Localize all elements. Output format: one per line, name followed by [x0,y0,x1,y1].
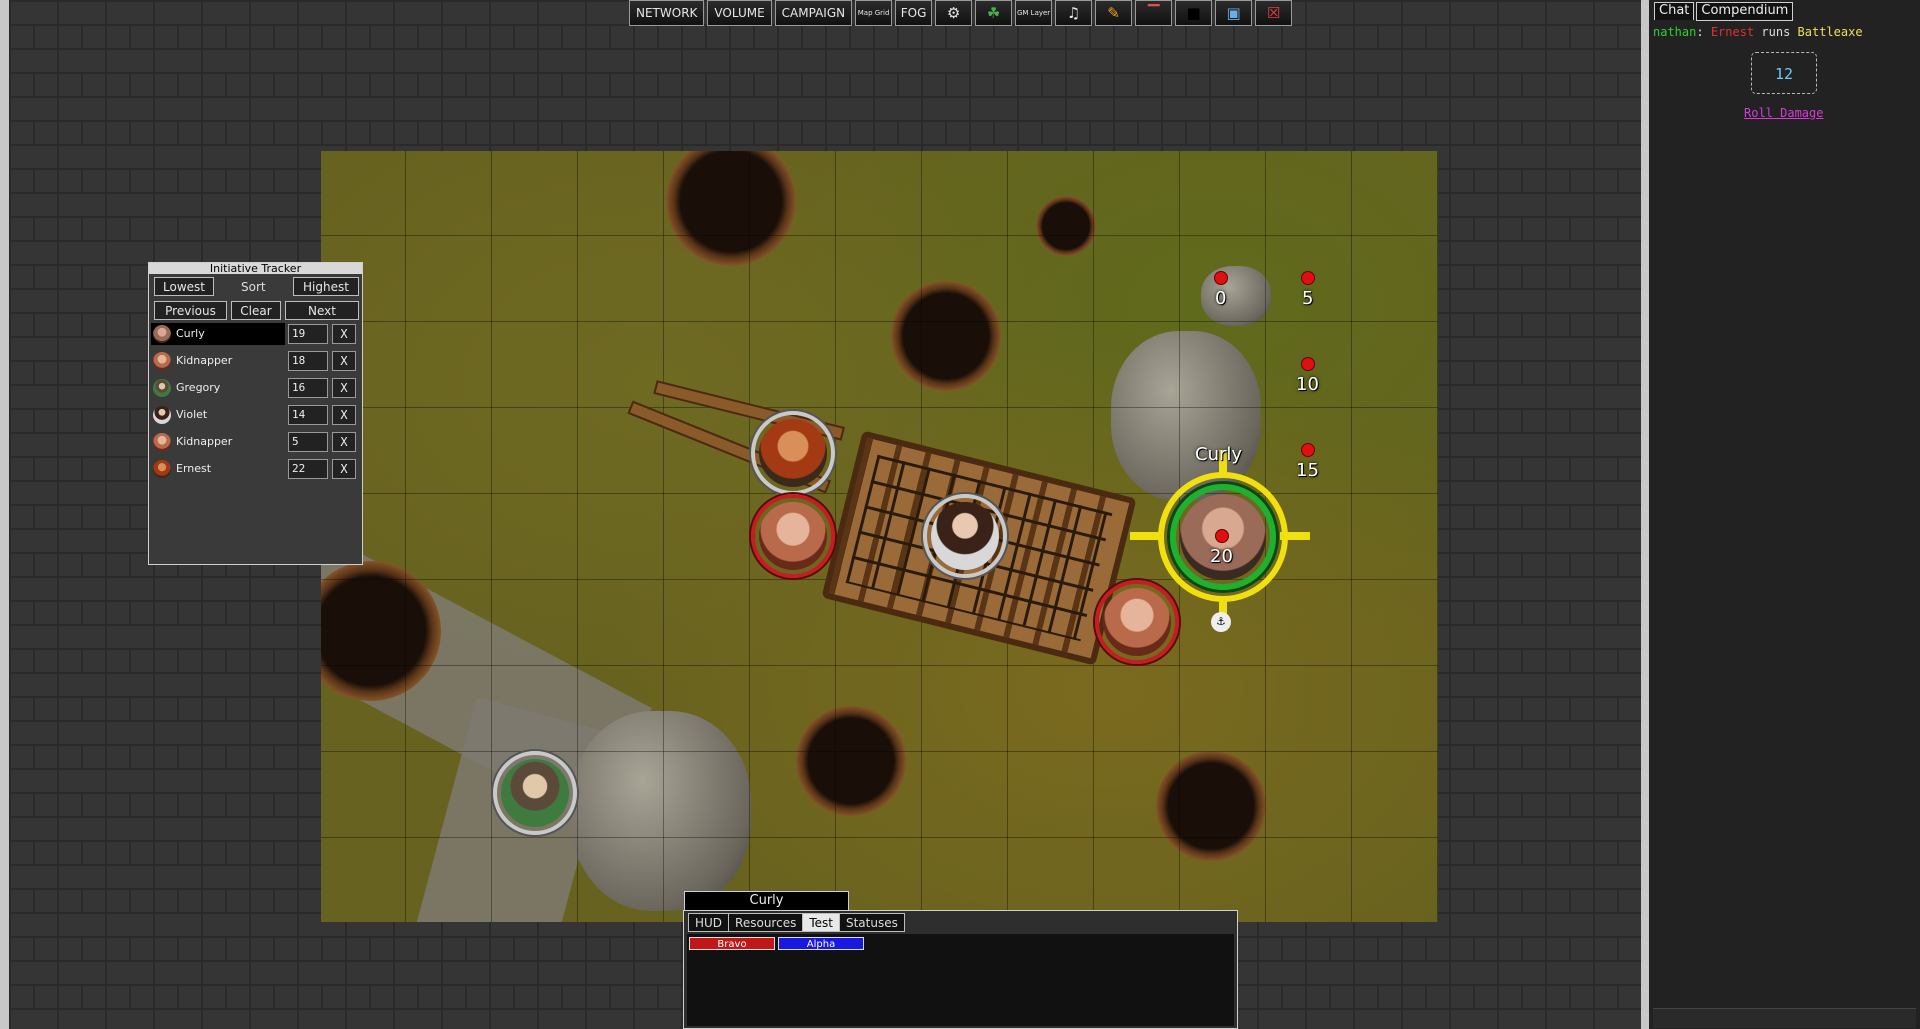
initiative-row[interactable]: Ernest 22 X [151,458,360,480]
next-button[interactable]: Next [285,301,359,320]
campaign-button[interactable]: CAMPAIGN [774,0,853,26]
map-grid-icon[interactable]: Map Grid [855,0,893,26]
initiative-title: Initiative Tracker [149,263,362,274]
avatar [153,352,171,370]
chat-user: nathan [1653,25,1697,39]
avatar [153,325,171,343]
token-name-label: Curly [1195,444,1243,465]
avatar [153,406,171,424]
token-kidnapper[interactable] [751,494,835,578]
tab-hud[interactable]: HUD [688,913,730,932]
initiative-row[interactable]: Gregory 16 X [151,377,360,399]
map-grid-label: Map Grid [857,9,890,17]
fog-icon[interactable]: FOG [895,0,933,26]
token-violet[interactable] [923,494,1007,578]
roll-result: 12 [1751,52,1817,94]
range-marker [1302,272,1314,284]
gm-layer-label: GM Layer [1016,9,1051,17]
anchor-icon[interactable]: ⚓ [1211,612,1231,632]
initiative-row[interactable]: Kidnapper 18 X [151,350,360,372]
chat-message: nathan: Ernest runs Battleaxe [1653,25,1863,39]
remove-button[interactable]: X [332,378,356,398]
panel-body: Bravo Alpha [687,934,1234,1026]
tab-compendium[interactable]: Compendium [1696,2,1794,21]
volume-button[interactable]: VOLUME [707,0,772,26]
panel-divider[interactable] [1641,0,1649,1029]
remove-button[interactable]: X [332,351,356,371]
top-toolbar: NETWORK VOLUME CAMPAIGN Map Grid FOG ⚙ ☘… [629,0,1293,28]
lowest-button[interactable]: Lowest [154,277,214,296]
alpha-bar[interactable]: Alpha [778,937,864,950]
sort-label: Sort [241,280,266,294]
avatar [153,460,171,478]
initiative-value-field[interactable]: 16 [288,378,328,398]
tab-statuses[interactable]: Statuses [838,913,905,932]
initiative-name: Curly [176,327,205,340]
initiative-name: Kidnapper [176,435,233,448]
initiative-value-field[interactable]: 22 [288,459,328,479]
bravo-bar[interactable]: Bravo [689,937,775,950]
pencil-icon[interactable]: ✎ [1095,0,1133,26]
roll-damage-link[interactable]: Roll Damage [1744,106,1823,120]
initiative-name: Violet [176,408,208,421]
initiative-name: Ernest [176,462,212,475]
chat-input[interactable] [1653,1008,1916,1028]
chat-item: Battleaxe [1797,25,1863,39]
remove-button[interactable]: X [332,405,356,425]
token-dwarf[interactable] [751,411,835,495]
initiative-value-field[interactable]: 19 [288,324,328,344]
avatar [153,433,171,451]
chat-colon: : [1696,25,1711,39]
ruler-icon[interactable]: ▔ [1135,0,1173,26]
initiative-name: Kidnapper [176,354,233,367]
remove-button[interactable]: X [332,432,356,452]
panel-token-name: Curly [684,891,849,911]
clear-button[interactable]: Clear [231,301,281,320]
highest-button[interactable]: Highest [293,277,359,296]
range-marker [1215,272,1227,284]
remove-button[interactable]: X [332,324,356,344]
previous-button[interactable]: Previous [154,301,227,320]
dice-icon[interactable]: ⚙ [935,0,973,26]
initiative-tracker: Initiative Tracker Lowest Sort Highest P… [148,262,363,565]
clear-icon[interactable]: ☒ [1255,0,1293,26]
range-label: 15 [1296,460,1319,481]
chat-tabs: Chat Compendium [1654,2,1795,21]
initiative-row[interactable]: Curly 19 X [151,323,360,345]
chat-character: Ernest [1710,25,1755,39]
token-panel: HUD Resources Test Statuses Bravo Alpha [683,910,1238,1029]
token-kidnapper[interactable] [1095,580,1179,664]
avatar [153,379,171,397]
range-label: 0 [1215,288,1227,309]
remove-button[interactable]: X [332,459,356,479]
initiative-name: Gregory [176,381,221,394]
tab-resources[interactable]: Resources [728,913,804,932]
black-square-icon[interactable]: ■ [1175,0,1213,26]
initiative-value-field[interactable]: 5 [288,432,328,452]
initiative-value-field[interactable]: 18 [288,351,328,371]
range-marker [1302,358,1314,370]
range-label: 20 [1210,546,1233,567]
initiative-row[interactable]: Violet 14 X [151,404,360,426]
token-ranger[interactable] [493,751,577,835]
panel-tabs: HUD Resources Test Statuses [688,913,905,932]
initiative-value-field[interactable]: 14 [288,405,328,425]
tree-icon[interactable]: ☘ [975,0,1013,26]
range-marker [1216,530,1228,542]
tab-test[interactable]: Test [802,913,840,932]
chat-panel: Chat Compendium nathan: Ernest runs Batt… [1649,0,1920,1029]
range-label: 10 [1296,374,1319,395]
music-icon[interactable]: ♫ [1055,0,1093,26]
initiative-row[interactable]: Kidnapper 5 X [151,431,360,453]
range-marker [1302,444,1314,456]
chat-action: runs [1754,25,1798,39]
gm-layer-icon[interactable]: GM Layer [1015,0,1053,26]
tab-chat[interactable]: Chat [1654,2,1695,20]
window-left-edge [0,0,9,1029]
network-button[interactable]: NETWORK [629,0,705,26]
image-icon[interactable]: ▣ [1215,0,1253,26]
range-label: 5 [1302,288,1314,309]
